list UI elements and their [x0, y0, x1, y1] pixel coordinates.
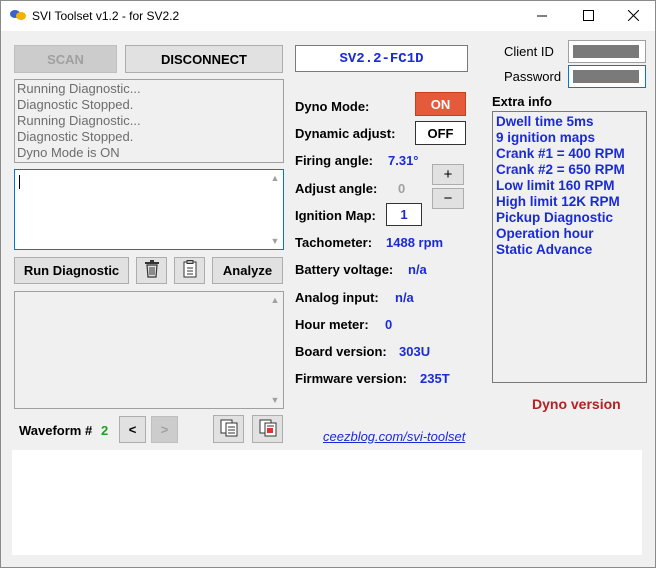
copy-icon	[220, 419, 238, 440]
close-icon	[627, 9, 639, 24]
save-waveform-button[interactable]	[252, 415, 283, 443]
extra-info-item: 9 ignition maps	[496, 130, 596, 145]
analog-input-value: n/a	[395, 290, 414, 305]
dyno-mode-label: Dyno Mode:	[295, 99, 370, 114]
extra-info-item: Static Advance	[496, 242, 593, 257]
dyno-version-label: Dyno version	[532, 396, 621, 412]
tachometer-value: 1488 rpm	[386, 235, 444, 250]
extra-info-title: Extra info	[492, 94, 552, 109]
dynamic-adjust-label: Dynamic adjust:	[295, 126, 396, 141]
extra-info-item: Crank #2 = 650 RPM	[496, 162, 625, 177]
waveform-label: Waveform #	[19, 423, 93, 438]
client-id-field[interactable]	[568, 40, 646, 63]
scan-button[interactable]: SCAN	[14, 45, 117, 73]
extra-info-item: Crank #1 = 400 RPM	[496, 146, 625, 161]
password-label: Password	[504, 69, 562, 84]
ignition-map-label: Ignition Map:	[295, 208, 376, 223]
log-line: Running Diagnostic...	[17, 81, 141, 96]
minimize-icon	[536, 9, 548, 24]
window-title: SVI Toolset v1.2 - for SV2.2	[32, 9, 180, 23]
disconnect-button[interactable]: DISCONNECT	[125, 45, 283, 73]
copy-waveform-button[interactable]	[213, 415, 244, 443]
dynamic-adjust-toggle[interactable]: OFF	[415, 121, 466, 145]
waveform-next-button[interactable]: >	[151, 416, 178, 443]
tachometer-label: Tachometer:	[295, 235, 373, 250]
run-diagnostic-button[interactable]: Run Diagnostic	[14, 257, 129, 284]
log-list: Running Diagnostic... Diagnostic Stopped…	[14, 79, 284, 163]
scroll-down-icon[interactable]: ▼	[268, 394, 282, 406]
analog-input-label: Analog input:	[295, 290, 379, 305]
maximize-button[interactable]	[565, 1, 611, 31]
firing-angle-label: Firing angle:	[295, 153, 373, 168]
hour-meter-value: 0	[385, 317, 393, 332]
log-line: Dyno Mode is ON	[17, 145, 120, 160]
increase-angle-button[interactable]: +	[432, 164, 464, 185]
password-field[interactable]	[568, 65, 646, 88]
battery-voltage-label: Battery voltage:	[295, 262, 394, 277]
website-link[interactable]: ceezblog.com/svi-toolset	[323, 429, 465, 444]
dyno-mode-toggle[interactable]: ON	[415, 92, 466, 116]
title-bar: SVI Toolset v1.2 - for SV2.2	[1, 1, 655, 31]
analyze-button[interactable]: Analyze	[212, 257, 283, 284]
scroll-up-icon[interactable]: ▲	[268, 294, 282, 306]
client-id-mask	[573, 45, 639, 58]
board-version-value: 303U	[399, 344, 431, 359]
battery-voltage-value: n/a	[408, 262, 427, 277]
minimize-button[interactable]	[519, 1, 565, 31]
ignition-map-field[interactable]: 1	[386, 203, 422, 226]
waveform-number: 2	[101, 423, 109, 438]
waveform-prev-button[interactable]: <	[119, 416, 146, 443]
command-input[interactable]: ▲ ▼	[14, 169, 284, 250]
decrease-angle-button[interactable]: −	[432, 188, 464, 209]
waveform-panel: ▲ ▼	[14, 291, 284, 409]
export-icon	[259, 419, 277, 440]
adjust-angle-value: 0	[398, 181, 406, 196]
paste-button[interactable]	[174, 257, 205, 284]
board-version-label: Board version:	[295, 344, 387, 359]
output-area	[12, 450, 642, 555]
device-id-display: SV2.2-FC1D	[295, 45, 468, 72]
app-window: SVI Toolset v1.2 - for SV2.2 SCAN DISCON…	[0, 0, 656, 568]
extra-info-item: Pickup Diagnostic	[496, 210, 614, 225]
clipboard-icon	[182, 260, 198, 281]
app-icon	[9, 8, 27, 22]
scroll-down-icon[interactable]: ▼	[268, 235, 282, 247]
firmware-version-value: 235T	[420, 371, 450, 386]
firing-angle-value: 7.31°	[388, 153, 419, 168]
extra-info-panel: Dwell time 5ms 9 ignition maps Crank #1 …	[492, 111, 647, 383]
password-mask	[573, 70, 639, 83]
text-cursor	[19, 175, 20, 189]
hour-meter-label: Hour meter:	[295, 317, 369, 332]
adjust-angle-label: Adjust angle:	[295, 181, 378, 196]
log-line: Diagnostic Stopped.	[17, 97, 134, 112]
delete-button[interactable]	[136, 257, 167, 284]
maximize-icon	[582, 9, 594, 24]
trash-icon	[144, 260, 160, 281]
extra-info-item: High limit 12K RPM	[496, 194, 620, 209]
extra-info-item: Operation hour	[496, 226, 594, 241]
log-line: Running Diagnostic...	[17, 113, 141, 128]
log-line: Diagnostic Stopped.	[17, 129, 134, 144]
extra-info-item: Dwell time 5ms	[496, 114, 594, 129]
client-id-label: Client ID	[504, 44, 554, 59]
scroll-up-icon[interactable]: ▲	[268, 172, 282, 184]
firmware-version-label: Firmware version:	[295, 371, 407, 386]
extra-info-item: Low limit 160 RPM	[496, 178, 615, 193]
close-button[interactable]	[610, 1, 656, 31]
